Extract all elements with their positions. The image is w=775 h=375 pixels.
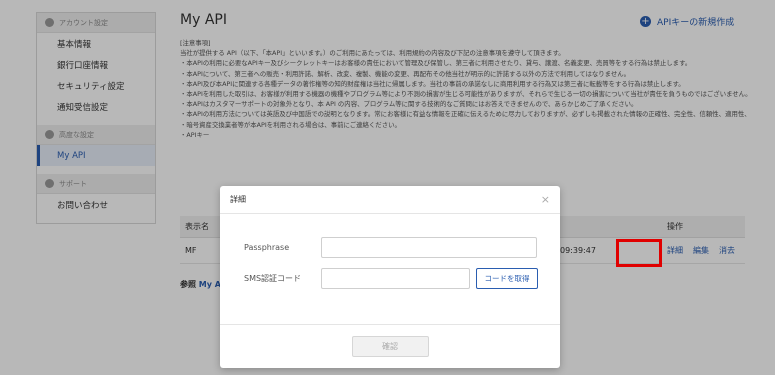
modal-header: 詳細 × bbox=[220, 186, 560, 214]
modal-title: 詳細 bbox=[230, 195, 246, 204]
sms-row: SMS認証コード コードを取得 bbox=[244, 268, 538, 289]
get-code-button[interactable]: コードを取得 bbox=[476, 268, 538, 289]
passphrase-input[interactable] bbox=[321, 237, 537, 258]
confirm-button[interactable]: 確認 bbox=[351, 336, 429, 357]
close-icon[interactable]: × bbox=[541, 193, 550, 206]
sms-code-input[interactable] bbox=[321, 268, 470, 289]
sms-label: SMS認証コード bbox=[244, 274, 302, 283]
passphrase-row: Passphrase bbox=[244, 237, 537, 258]
passphrase-label: Passphrase bbox=[244, 243, 290, 252]
detail-modal: 詳細 × Passphrase SMS認証コード コードを取得 確認 bbox=[220, 186, 560, 368]
modal-footer: 確認 bbox=[220, 324, 560, 368]
highlight-box bbox=[616, 239, 662, 267]
